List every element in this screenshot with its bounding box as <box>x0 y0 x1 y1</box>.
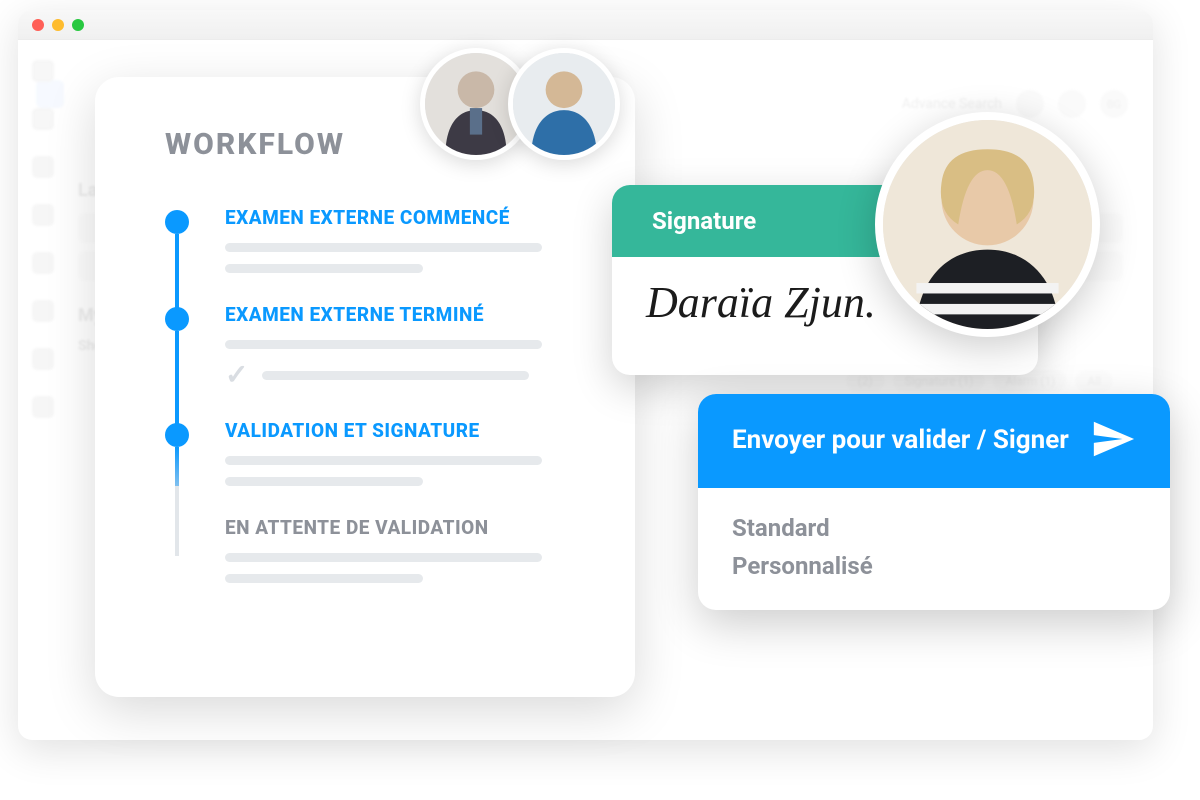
step-dot-icon <box>165 307 189 331</box>
placeholder-line <box>225 574 423 583</box>
placeholder-line <box>225 340 542 349</box>
send-options: Standard Personnalisé <box>698 488 1170 610</box>
avatar <box>508 48 620 160</box>
placeholder-line <box>225 264 423 273</box>
check-icon: ✓ <box>225 361 248 389</box>
step-title: EN ATTENTE DE VALIDATION <box>225 516 585 539</box>
window-titlebar <box>18 10 1153 40</box>
send-header[interactable]: Envoyer pour valider / Signer <box>698 394 1170 488</box>
workflow-step: EXAMEN EXTERNE COMMENCÉ <box>165 206 585 273</box>
step-dot-icon <box>165 210 189 234</box>
traffic-light-minimize[interactable] <box>52 19 64 31</box>
step-title: EXAMEN EXTERNE TERMINÉ <box>225 303 585 326</box>
step-title: EXAMEN EXTERNE COMMENCÉ <box>225 206 585 229</box>
placeholder-line <box>225 553 542 562</box>
placeholder-line <box>225 477 423 486</box>
step-title: VALIDATION ET SIGNATURE <box>225 419 585 442</box>
workflow-step: EXAMEN EXTERNE TERMINÉ ✓ <box>165 303 585 389</box>
traffic-light-close[interactable] <box>32 19 44 31</box>
placeholder-line <box>225 243 542 252</box>
send-option-standard[interactable]: Standard <box>732 514 1136 542</box>
signer-avatar <box>875 112 1100 337</box>
send-validate-card: Envoyer pour valider / Signer Standard P… <box>698 394 1170 610</box>
step-dot-icon <box>165 423 189 447</box>
traffic-light-zoom[interactable] <box>72 19 84 31</box>
placeholder-line <box>262 371 528 380</box>
workflow-card: WORKFLOW EXAMEN EXTERNE COMMENCÉ EXAMEN … <box>95 77 635 697</box>
send-option-custom[interactable]: Personnalisé <box>732 552 1136 580</box>
workflow-steps: EXAMEN EXTERNE COMMENCÉ EXAMEN EXTERNE T… <box>165 206 585 583</box>
workflow-step: VALIDATION ET SIGNATURE <box>165 419 585 486</box>
placeholder-line <box>225 456 542 465</box>
reviewer-avatars <box>420 48 620 160</box>
paper-plane-icon <box>1090 416 1136 466</box>
workflow-step: EN ATTENTE DE VALIDATION <box>165 516 585 583</box>
send-title: Envoyer pour valider / Signer <box>732 423 1069 458</box>
